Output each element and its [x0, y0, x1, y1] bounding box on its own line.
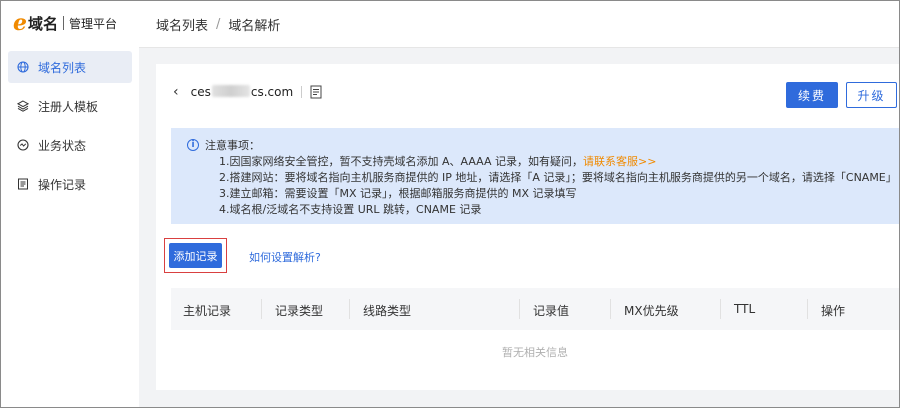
logo-name: 域名: [28, 14, 59, 33]
column-mx-priority: MX优先级: [624, 304, 679, 318]
renew-button[interactable]: 续费: [786, 82, 838, 108]
domain-prefix: ces: [190, 85, 211, 99]
sidebar-item-registrant-template[interactable]: 注册人模板: [8, 90, 132, 122]
notice-line-2: 2.搭建网站：要将域名指向主机服务商提供的 IP 地址，请选择「A 记录」；要将…: [219, 171, 897, 184]
column-actions: 操作: [821, 304, 846, 318]
logo-subtitle: 管理平台: [69, 16, 118, 31]
domain-suffix: cs.com: [250, 85, 294, 99]
upgrade-button[interactable]: 升级: [846, 82, 897, 108]
records-table: 主机记录 记录类型 线路类型 记录值 MX优先级 TTL 操作 暂无相关信息: [171, 288, 899, 374]
column-line-type: 线路类型: [363, 304, 412, 318]
logo[interactable]: e 域名 管理平台: [1, 1, 139, 45]
sidebar-item-domain-list[interactable]: 域名列表: [8, 51, 132, 83]
layers-icon: [17, 100, 29, 112]
column-divider: [720, 299, 721, 319]
document-icon[interactable]: [310, 85, 322, 99]
notice-title: 注意事项：: [205, 139, 260, 152]
divider: [301, 86, 303, 98]
column-host-record: 主机记录: [183, 304, 232, 318]
info-icon: i: [187, 139, 199, 151]
redacted-segment: [211, 85, 250, 97]
column-record-value: 记录值: [533, 304, 570, 318]
dns-card: ‹ ces cs.com 续费 升级 i 注意事项： 1.因国家网络安全管控，暂不…: [156, 64, 899, 390]
empty-state-text: 暂无相关信息: [502, 346, 568, 359]
sidebar-item-label: 业务状态: [38, 138, 87, 153]
add-record-highlight: 添加记录: [164, 238, 227, 273]
domain-row: ‹ ces cs.com: [173, 84, 322, 100]
sidebar-nav: 域名列表 注册人模板 业务状态 操作记录: [1, 51, 139, 200]
column-record-type: 记录类型: [275, 304, 324, 318]
add-record-button[interactable]: 添加记录: [169, 243, 222, 268]
column-divider: [807, 299, 808, 319]
domain-name: ces cs.com: [190, 85, 294, 99]
notice-line-4: 4.域名根/泛域名不支持设置 URL 跳转，CNAME 记录: [219, 203, 482, 216]
notice-line-1: 1.因国家网络安全管控，暂不支持壳域名添加 A、AAAA 记录，如有疑问，请联系…: [219, 154, 899, 170]
globe-icon: [17, 61, 29, 73]
column-divider: [610, 299, 611, 319]
logo-divider: [63, 16, 65, 30]
logo-e-icon: e: [13, 10, 27, 36]
breadcrumb: 域名列表 / 域名解析: [156, 15, 280, 34]
column-divider: [349, 299, 350, 319]
contact-support-link[interactable]: 请联系客服>>: [583, 155, 656, 168]
breadcrumb-separator: /: [216, 16, 221, 32]
notice-box: i 注意事项： 1.因国家网络安全管控，暂不支持壳域名添加 A、AAAA 记录，…: [171, 128, 899, 224]
how-to-setup-link[interactable]: 如何设置解析?: [249, 249, 321, 265]
sidebar: e 域名 管理平台 域名列表 注册人模板 业务状态 操作记录: [1, 1, 139, 407]
top-header: 域名列表 / 域名解析: [139, 1, 899, 48]
column-ttl: TTL: [734, 302, 756, 316]
chevron-left-icon[interactable]: ‹: [173, 84, 179, 100]
table-header: 主机记录 记录类型 线路类型 记录值 MX优先级 TTL 操作: [171, 288, 899, 330]
sidebar-item-label: 操作记录: [38, 177, 87, 192]
sidebar-item-operation-log[interactable]: 操作记录: [8, 168, 132, 200]
column-divider: [261, 299, 262, 319]
notice-line-1-text: 1.因国家网络安全管控，暂不支持壳域名添加 A、AAAA 记录，如有疑问，: [219, 155, 584, 168]
status-circle-icon: [17, 139, 29, 151]
column-divider: [519, 299, 520, 319]
sidebar-item-business-status[interactable]: 业务状态: [8, 129, 132, 161]
list-doc-icon: [17, 178, 29, 190]
breadcrumb-current: 域名解析: [228, 18, 281, 34]
sidebar-item-label: 域名列表: [38, 60, 87, 75]
breadcrumb-domain-list[interactable]: 域名列表: [156, 15, 208, 34]
notice-line-3: 3.建立邮箱：需要设置「MX 记录」，根据邮箱服务商提供的 MX 记录填写: [219, 187, 577, 200]
sidebar-item-label: 注册人模板: [38, 99, 99, 114]
